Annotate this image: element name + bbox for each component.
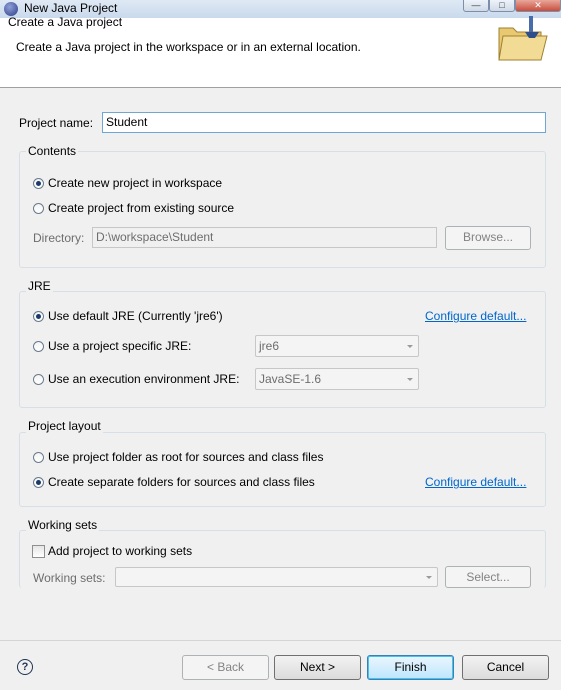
working-sets-label: Working sets: bbox=[33, 571, 106, 585]
existing-source-label: Create project from existing source bbox=[48, 201, 235, 215]
eclipse-icon bbox=[4, 2, 18, 16]
working-sets-group-label: Working sets bbox=[26, 518, 100, 532]
directory-label: Directory: bbox=[33, 231, 85, 245]
contents-group-label: Contents bbox=[26, 144, 79, 158]
project-folder-root-radio[interactable] bbox=[33, 452, 44, 463]
minimize-icon[interactable]: — bbox=[463, 0, 489, 12]
jre-configure-default-link[interactable]: Configure default... bbox=[425, 309, 526, 323]
back-button: < Back bbox=[182, 655, 269, 680]
project-specific-jre-value: jre6 bbox=[259, 339, 280, 353]
project-specific-jre-select: jre6 bbox=[255, 335, 419, 357]
separate-folders-radio[interactable] bbox=[33, 477, 44, 488]
working-sets-select bbox=[115, 567, 438, 587]
execution-env-value: JavaSE-1.6 bbox=[259, 372, 322, 386]
execution-env-select: JavaSE-1.6 bbox=[255, 368, 419, 390]
project-folder-root-label: Use project folder as root for sources a… bbox=[48, 450, 324, 464]
browse-button: Browse... bbox=[445, 226, 531, 250]
project-layout-group-label: Project layout bbox=[26, 419, 103, 433]
select-working-sets-button: Select... bbox=[445, 566, 531, 588]
project-name-label: Project name: bbox=[19, 116, 94, 130]
java-project-folder-icon bbox=[498, 16, 548, 61]
add-to-working-sets-label: Add project to working sets bbox=[48, 544, 193, 558]
separate-folders-label: Create separate folders for sources and … bbox=[48, 475, 315, 489]
directory-input: D:\workspace\Student bbox=[92, 227, 437, 248]
chevron-down-icon bbox=[407, 378, 413, 381]
cancel-button[interactable]: Cancel bbox=[462, 655, 549, 680]
create-new-project-radio[interactable] bbox=[33, 178, 44, 189]
create-new-project-label: Create new project in workspace bbox=[48, 176, 223, 190]
layout-configure-default-link[interactable]: Configure default... bbox=[425, 475, 526, 489]
wizard-description: Create a Java project in the workspace o… bbox=[16, 40, 361, 54]
project-name-input[interactable]: Student bbox=[102, 112, 546, 133]
jre-group-label: JRE bbox=[26, 279, 53, 293]
project-specific-jre-label: Use a project specific JRE: bbox=[48, 339, 192, 353]
chevron-down-icon bbox=[426, 576, 432, 579]
existing-source-radio[interactable] bbox=[33, 203, 44, 214]
project-layout-group bbox=[19, 432, 546, 507]
add-to-working-sets-checkbox[interactable] bbox=[32, 545, 45, 558]
execution-env-label: Use an execution environment JRE: bbox=[48, 372, 240, 386]
chevron-down-icon bbox=[407, 345, 413, 348]
maximize-icon[interactable]: □ bbox=[489, 0, 515, 12]
wizard-title: Create a Java project bbox=[8, 15, 123, 29]
finish-button[interactable]: Finish bbox=[367, 655, 454, 680]
help-icon[interactable]: ? bbox=[17, 659, 33, 675]
project-specific-jre-radio[interactable] bbox=[33, 341, 44, 352]
footer-divider bbox=[0, 640, 561, 641]
next-button[interactable]: Next > bbox=[274, 655, 361, 680]
execution-env-radio[interactable] bbox=[33, 374, 44, 385]
close-icon[interactable]: ✕ bbox=[515, 0, 561, 12]
window-title: New Java Project bbox=[24, 1, 118, 15]
default-jre-radio[interactable] bbox=[33, 311, 44, 322]
default-jre-label: Use default JRE (Currently 'jre6') bbox=[48, 309, 223, 323]
